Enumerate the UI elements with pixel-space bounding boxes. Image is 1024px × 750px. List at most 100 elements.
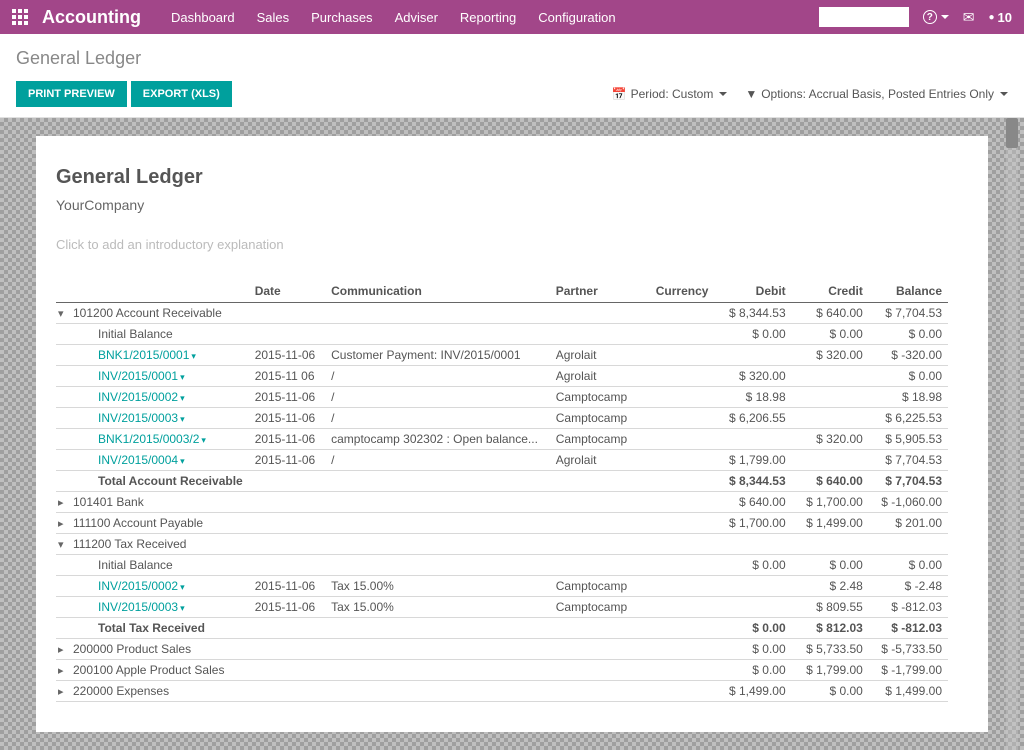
debit-cell: $ 8,344.53 <box>714 471 791 492</box>
credit-cell: $ 812.03 <box>792 618 869 639</box>
scrollbar-thumb[interactable] <box>1006 118 1018 148</box>
envelope-icon[interactable]: ✉ <box>963 9 975 26</box>
entry-link[interactable]: INV/2015/0002▾ <box>56 576 249 597</box>
credit-cell <box>792 408 869 429</box>
chevron-down-icon: ▾ <box>201 435 206 445</box>
entry-link[interactable]: INV/2015/0004▾ <box>56 450 249 471</box>
export-xls-button[interactable]: EXPORT (XLS) <box>131 81 232 107</box>
table-row: BNK1/2015/0003/2▾2015-11-06camptocamp 30… <box>56 429 948 450</box>
main-nav: Dashboard Sales Purchases Adviser Report… <box>171 10 819 25</box>
action-buttons: PRINT PREVIEW EXPORT (XLS) <box>16 81 232 107</box>
comm-cell: Tax 15.00% <box>325 597 550 618</box>
expand-toggle[interactable] <box>58 306 69 320</box>
balance-cell: $ 5,905.53 <box>869 429 948 450</box>
comm-cell: Customer Payment: INV/2015/0001 <box>325 345 550 366</box>
credit-cell: $ 0.00 <box>792 324 869 345</box>
sub-label: Initial Balance <box>56 324 249 345</box>
account-label: 111200 Tax Received <box>73 537 186 551</box>
comm-cell: / <box>325 450 550 471</box>
scrollbar-vertical[interactable] <box>1006 118 1018 750</box>
comm-cell: Tax 15.00% <box>325 576 550 597</box>
period-filter[interactable]: 📅 Period: Custom <box>612 87 728 101</box>
debit-cell: $ 0.00 <box>714 639 791 660</box>
table-row: BNK1/2015/0001▾2015-11-06Customer Paymen… <box>56 345 948 366</box>
account-label: 200100 Apple Product Sales <box>73 663 224 677</box>
report-filters: 📅 Period: Custom ▼ Options: Accrual Basi… <box>612 87 1008 101</box>
nav-dashboard[interactable]: Dashboard <box>171 10 235 25</box>
funnel-icon: ▼ <box>745 87 757 101</box>
comm-cell: / <box>325 387 550 408</box>
chevron-down-icon: ▾ <box>191 351 196 361</box>
nav-adviser[interactable]: Adviser <box>395 10 438 25</box>
balance-cell: $ -812.03 <box>869 618 948 639</box>
col-credit: Credit <box>792 280 869 303</box>
table-row: INV/2015/0002▾2015-11-06/Camptocamp$ 18.… <box>56 387 948 408</box>
expand-toggle[interactable] <box>58 516 69 530</box>
nav-reporting[interactable]: Reporting <box>460 10 516 25</box>
partner-cell: Agrolait <box>550 450 647 471</box>
table-row: INV/2015/0001▾2015-11 06/Agrolait$ 320.0… <box>56 366 948 387</box>
partner-cell: Camptocamp <box>550 429 647 450</box>
expand-toggle[interactable] <box>58 663 69 677</box>
entry-link[interactable]: INV/2015/0003▾ <box>56 408 249 429</box>
credit-cell: $ 640.00 <box>792 471 869 492</box>
message-counter[interactable]: 10 <box>988 10 1012 25</box>
help-dropdown[interactable]: ? <box>923 10 949 24</box>
credit-cell: $ 5,733.50 <box>792 639 869 660</box>
chevron-down-icon <box>719 92 727 96</box>
nav-configuration[interactable]: Configuration <box>538 10 615 25</box>
balance-cell: $ 7,704.53 <box>869 303 948 324</box>
balance-cell: $ -1,060.00 <box>869 492 948 513</box>
expand-toggle[interactable] <box>58 684 69 698</box>
balance-cell: $ 0.00 <box>869 555 948 576</box>
debit-cell <box>714 345 791 366</box>
search-input[interactable] <box>819 7 909 27</box>
page-title: General Ledger <box>16 48 1008 69</box>
balance-cell: $ 1,499.00 <box>869 681 948 702</box>
apps-icon[interactable] <box>12 9 28 25</box>
balance-cell: $ 6,225.53 <box>869 408 948 429</box>
nav-purchases[interactable]: Purchases <box>311 10 372 25</box>
sub-label: Initial Balance <box>56 555 249 576</box>
expand-toggle[interactable] <box>58 495 69 509</box>
options-filter[interactable]: ▼ Options: Accrual Basis, Posted Entries… <box>745 87 1008 101</box>
col-currency: Currency <box>647 280 714 303</box>
debit-cell <box>714 429 791 450</box>
col-communication: Communication <box>325 280 550 303</box>
credit-cell: $ 809.55 <box>792 597 869 618</box>
entry-link[interactable]: BNK1/2015/0003/2▾ <box>56 429 249 450</box>
intro-placeholder[interactable]: Click to add an introductory explanation <box>56 237 948 252</box>
debit-cell: $ 8,344.53 <box>714 303 791 324</box>
credit-cell: $ 1,799.00 <box>792 660 869 681</box>
expand-toggle[interactable] <box>58 537 69 551</box>
entry-link[interactable]: INV/2015/0002▾ <box>56 387 249 408</box>
date-cell: 2015-11 06 <box>249 366 325 387</box>
entry-link[interactable]: BNK1/2015/0001▾ <box>56 345 249 366</box>
partner-cell: Camptocamp <box>550 597 647 618</box>
debit-cell: $ 1,799.00 <box>714 450 791 471</box>
balance-cell: $ -320.00 <box>869 345 948 366</box>
debit-cell <box>714 534 791 555</box>
print-preview-button[interactable]: PRINT PREVIEW <box>16 81 127 107</box>
total-label: Total Tax Received <box>56 618 249 639</box>
debit-cell: $ 640.00 <box>714 492 791 513</box>
table-row: INV/2015/0002▾2015-11-06Tax 15.00%Campto… <box>56 576 948 597</box>
balance-cell: $ -5,733.50 <box>869 639 948 660</box>
credit-cell <box>792 534 869 555</box>
col-debit: Debit <box>714 280 791 303</box>
date-cell: 2015-11-06 <box>249 597 325 618</box>
chevron-down-icon <box>941 15 949 19</box>
company-name: YourCompany <box>56 197 948 213</box>
partner-cell: Agrolait <box>550 345 647 366</box>
expand-toggle[interactable] <box>58 642 69 656</box>
chevron-down-icon: ▾ <box>180 372 185 382</box>
entry-link[interactable]: INV/2015/0001▾ <box>56 366 249 387</box>
table-row: Initial Balance$ 0.00$ 0.00$ 0.00 <box>56 324 948 345</box>
nav-sales[interactable]: Sales <box>257 10 290 25</box>
table-row: 200100 Apple Product Sales$ 0.00$ 1,799.… <box>56 660 948 681</box>
balance-cell: $ -812.03 <box>869 597 948 618</box>
topbar-right: ? ✉ 10 <box>819 7 1012 27</box>
date-cell: 2015-11-06 <box>249 408 325 429</box>
entry-link[interactable]: INV/2015/0003▾ <box>56 597 249 618</box>
balance-cell: $ 0.00 <box>869 366 948 387</box>
